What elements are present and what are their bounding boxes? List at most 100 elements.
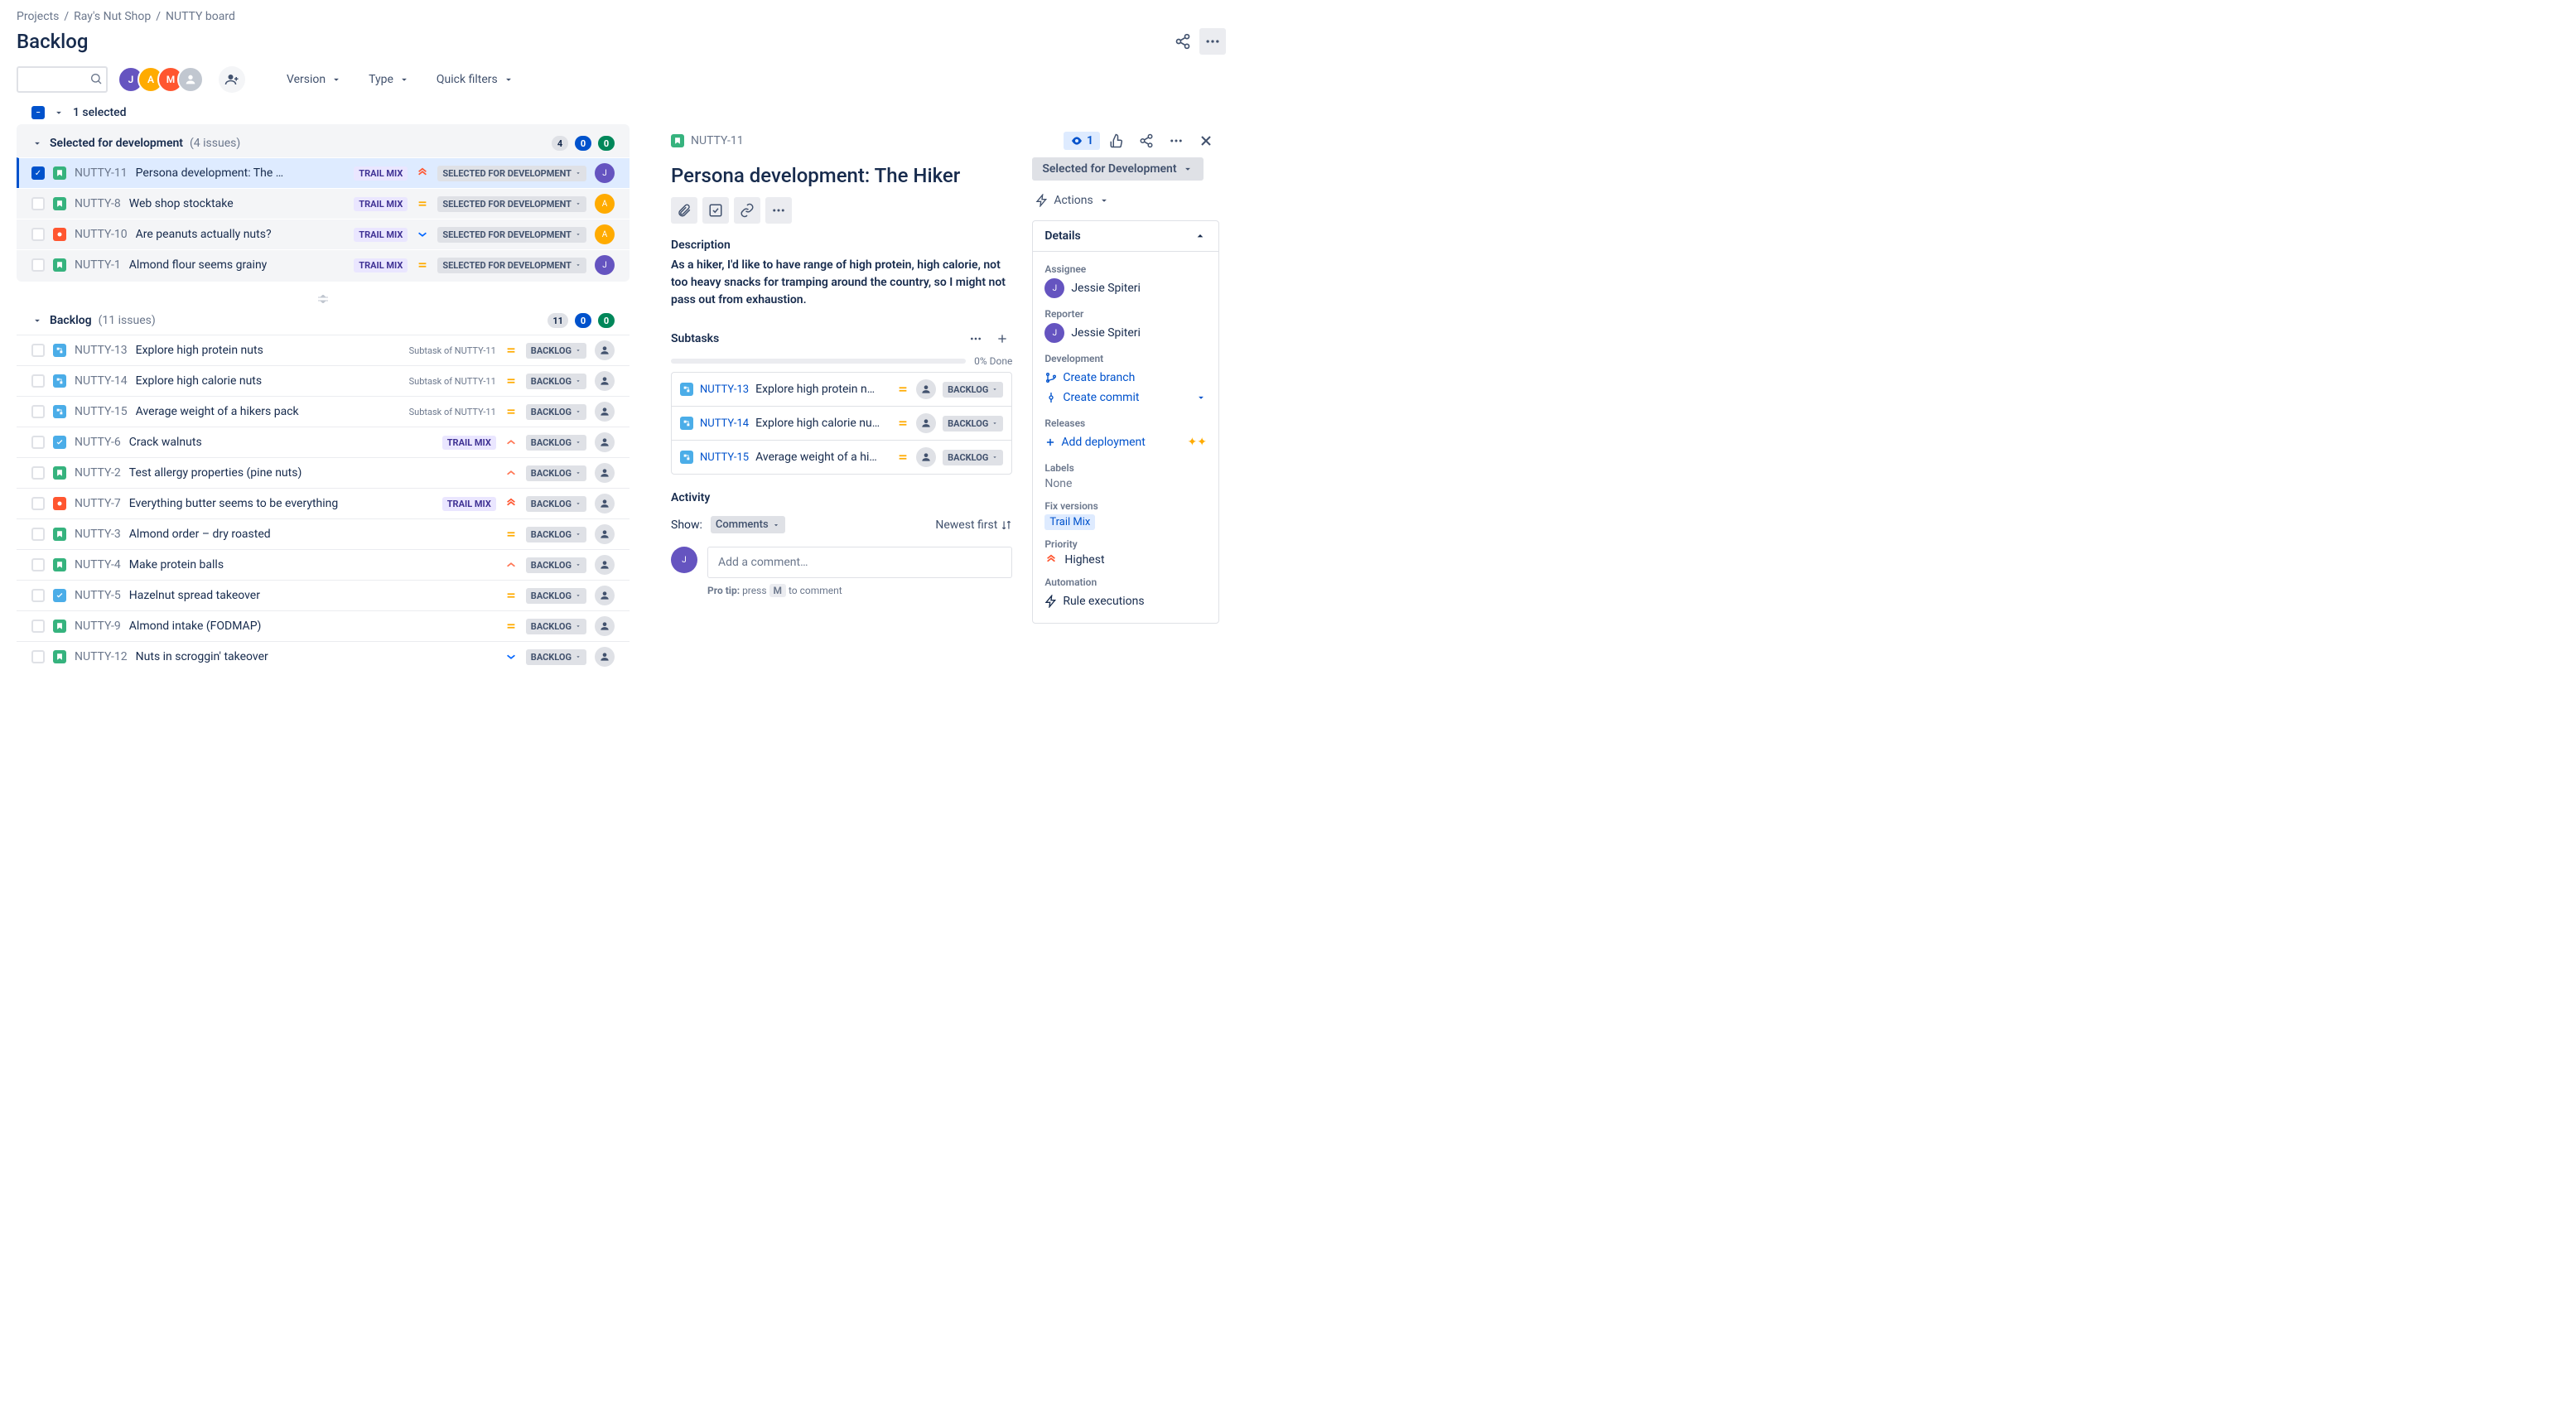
issue-summary[interactable]: Persona development: The …	[136, 166, 283, 180]
epic-tag[interactable]: TRAIL MIX	[354, 228, 408, 242]
epic-tag[interactable]: TRAIL MIX	[354, 166, 408, 181]
issue-summary[interactable]: Almond flour seems grainy	[129, 258, 268, 272]
issue-key[interactable]: NUTTY-5	[75, 589, 121, 602]
unassigned-avatar[interactable]	[916, 379, 936, 399]
actions-dropdown[interactable]: Actions	[1032, 189, 1219, 212]
epic-tag[interactable]: TRAIL MIX	[442, 497, 496, 511]
assignee-avatar[interactable]: J	[595, 255, 615, 275]
issue-row[interactable]: NUTTY-6Crack walnutsTRAIL MIXBACKLOG	[17, 427, 630, 457]
link-button[interactable]	[734, 197, 760, 224]
bulk-select-checkbox[interactable]: −	[31, 106, 45, 119]
issue-row[interactable]: NUTTY-7Everything butter seems to be eve…	[17, 488, 630, 518]
watch-button[interactable]: 1	[1064, 132, 1100, 150]
unassigned-avatar[interactable]	[595, 647, 615, 667]
add-deployment-link[interactable]: Add deployment✦✦	[1044, 432, 1207, 452]
subtask-row[interactable]: NUTTY-15Average weight of a hi…BACKLOG	[672, 440, 1011, 474]
status-dropdown[interactable]: BACKLOG	[526, 619, 586, 634]
issue-row[interactable]: NUTTY-5Hazelnut spread takeoverBACKLOG	[17, 580, 630, 610]
close-detail-button[interactable]	[1193, 128, 1219, 154]
unassigned-avatar[interactable]	[595, 463, 615, 483]
subtask-key[interactable]: NUTTY-15	[700, 451, 749, 464]
issue-summary[interactable]: Average weight of a hikers pack	[136, 405, 299, 418]
issue-row[interactable]: ✓ NUTTY-11 Persona development: The … TRAIL…	[17, 157, 630, 188]
status-dropdown[interactable]: BACKLOG	[526, 527, 586, 542]
issue-key[interactable]: NUTTY-2	[75, 466, 121, 480]
status-dropdown[interactable]: BACKLOG	[526, 465, 586, 481]
unassigned-avatar[interactable]	[595, 524, 615, 544]
issue-row[interactable]: NUTTY-2Test allergy properties (pine nut…	[17, 457, 630, 488]
issue-checkbox[interactable]	[31, 405, 45, 418]
issue-summary[interactable]: Crack walnuts	[129, 436, 202, 449]
issue-key[interactable]: NUTTY-6	[75, 436, 121, 449]
labels-field[interactable]: None	[1044, 477, 1207, 490]
epic-tag[interactable]: TRAIL MIX	[442, 436, 496, 450]
issue-summary[interactable]: Nuts in scroggin' takeover	[136, 650, 268, 663]
issue-row[interactable]: NUTTY-12Nuts in scroggin' takeoverBACKLO…	[17, 641, 630, 672]
issue-checkbox[interactable]	[31, 228, 45, 241]
like-button[interactable]	[1103, 128, 1130, 154]
issue-checkbox[interactable]	[31, 620, 45, 633]
priority-field[interactable]: Highest	[1044, 553, 1207, 567]
issue-checkbox[interactable]	[31, 528, 45, 541]
unassigned-avatar[interactable]	[595, 555, 615, 575]
issue-key[interactable]: NUTTY-12	[75, 650, 128, 663]
issue-summary[interactable]: Almond intake (FODMAP)	[129, 620, 262, 633]
issue-row[interactable]: NUTTY-14Explore high calorie nutsSubtask…	[17, 365, 630, 396]
collapse-sfd[interactable]	[31, 137, 43, 149]
issue-row[interactable]: NUTTY-8Web shop stocktakeTRAIL MIXSELECT…	[17, 188, 630, 219]
reporter-field[interactable]: JJessie Spiteri	[1044, 323, 1207, 343]
unassigned-avatar[interactable]	[916, 413, 936, 433]
issue-checkbox[interactable]	[31, 466, 45, 480]
breadcrumb-board[interactable]: NUTTY board	[166, 10, 235, 23]
issue-key[interactable]: NUTTY-11	[75, 166, 128, 180]
issue-row[interactable]: NUTTY-4Make protein ballsBACKLOG	[17, 549, 630, 580]
detail-title[interactable]: Persona development: The Hiker	[671, 157, 1012, 194]
status-dropdown[interactable]: BACKLOG	[526, 343, 586, 359]
bulk-select-dropdown[interactable]	[53, 107, 65, 118]
subtask-status[interactable]: BACKLOG	[943, 416, 1003, 432]
create-branch-link[interactable]: Create branch	[1044, 368, 1207, 388]
issue-summary[interactable]: Explore high calorie nuts	[136, 374, 262, 388]
share-issue-button[interactable]	[1133, 128, 1160, 154]
comments-tab[interactable]: Comments	[711, 516, 785, 533]
unassigned-avatar[interactable]	[595, 616, 615, 636]
description-text[interactable]: As a hiker, I'd like to have range of hi…	[671, 257, 1012, 322]
collapse-backlog[interactable]	[31, 315, 43, 326]
subtask-summary[interactable]: Explore high protein n…	[755, 383, 875, 396]
issue-key[interactable]: NUTTY-13	[75, 344, 128, 357]
assignee-field[interactable]: JJessie Spiteri	[1044, 278, 1207, 298]
epic-tag[interactable]: TRAIL MIX	[354, 197, 408, 211]
issue-row[interactable]: NUTTY-9 Almond intake (FODMAP) BACKLOG	[17, 610, 630, 641]
comment-input[interactable]: Add a comment…	[707, 547, 1012, 578]
issue-checkbox[interactable]: ✓	[31, 166, 45, 180]
issue-summary[interactable]: Everything butter seems to be everything	[129, 497, 338, 510]
add-subtask-button[interactable]	[702, 197, 729, 224]
unassigned-avatar[interactable]	[595, 494, 615, 514]
issue-checkbox[interactable]	[31, 197, 45, 210]
add-person-button[interactable]	[219, 66, 245, 93]
subtask-row[interactable]: NUTTY-14Explore high calorie nu…BACKLOG	[672, 406, 1011, 440]
status-dropdown[interactable]: BACKLOG	[526, 588, 586, 604]
unassigned-avatar[interactable]	[595, 371, 615, 391]
issue-row[interactable]: NUTTY-13Explore high protein nutsSubtask…	[17, 335, 630, 365]
search-input[interactable]	[17, 66, 108, 93]
status-dropdown[interactable]: BACKLOG	[526, 404, 586, 420]
unassigned-avatar[interactable]	[595, 586, 615, 605]
fixversions-field[interactable]: Trail Mix	[1044, 515, 1207, 528]
attach-button[interactable]	[671, 197, 697, 224]
subtask-key[interactable]: NUTTY-14	[700, 417, 749, 430]
issue-key[interactable]: NUTTY-1	[75, 258, 121, 272]
assignee-avatar[interactable]: A	[595, 194, 615, 214]
issue-key[interactable]: NUTTY-4	[75, 558, 121, 571]
status-dropdown[interactable]: SELECTED FOR DEVELOPMENT	[437, 166, 586, 181]
subtask-status[interactable]: BACKLOG	[943, 450, 1003, 465]
unassigned-avatar[interactable]	[595, 432, 615, 452]
issue-checkbox[interactable]	[31, 589, 45, 602]
assignee-avatar[interactable]: J	[595, 163, 615, 183]
activity-sort[interactable]: Newest first	[935, 518, 1012, 532]
issue-key[interactable]: NUTTY-9	[75, 620, 121, 633]
issue-row[interactable]: NUTTY-3Almond order – dry roastedBACKLOG	[17, 518, 630, 549]
status-dropdown[interactable]: SELECTED FOR DEVELOPMENT	[437, 258, 586, 273]
issue-checkbox[interactable]	[31, 650, 45, 663]
issue-summary[interactable]: Make protein balls	[129, 558, 224, 571]
